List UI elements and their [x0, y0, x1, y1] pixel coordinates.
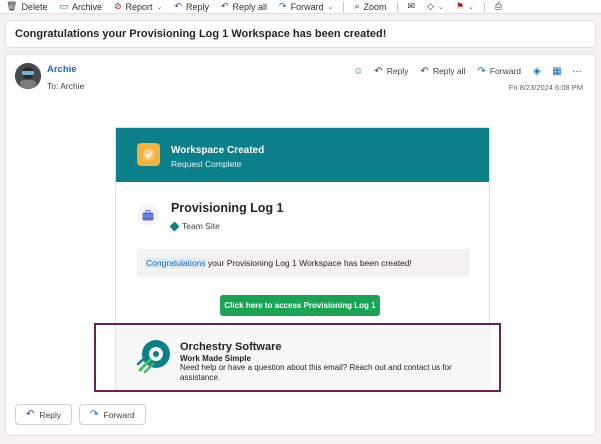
print-button[interactable]: ⎙ [489, 0, 508, 14]
toolbar-forward-button[interactable]: ↷ Forward ⌄ [273, 0, 339, 14]
bottom-reply-label: Reply [39, 409, 62, 420]
flag-button[interactable]: ⚑ ⌄ [450, 0, 480, 14]
forward-icon: ↷ [477, 65, 486, 77]
more-actions-button[interactable]: ··· [569, 63, 585, 79]
chevron-down-icon[interactable]: ⌄ [328, 3, 334, 11]
reply-icon: ↶ [374, 65, 383, 77]
reply-button[interactable]: ↶ Reply [370, 64, 412, 79]
avatar[interactable] [15, 63, 41, 89]
header-subtitle: Request Complete [171, 159, 242, 169]
bottom-forward-button[interactable]: ↷ Forward [79, 404, 146, 425]
reply-icon: ↶ [174, 1, 182, 11]
verified-badge-icon [137, 143, 160, 166]
message-actions: ☺ ↶ Reply ↶ Reply all ↷ Forward ◈ ▦ ··· [350, 63, 585, 79]
recipient-name[interactable]: Archie [60, 81, 84, 91]
apps-button[interactable]: ▦ [549, 63, 565, 79]
notice-highlight: Congratulations [146, 258, 206, 268]
site-type: Team Site [169, 221, 220, 231]
to-label: To: [47, 81, 59, 91]
highlight-annotation-frame [94, 323, 501, 392]
flag-icon: ⚑ [455, 1, 464, 11]
loop-button[interactable]: ◈ [529, 63, 545, 79]
chevron-down-icon[interactable]: ⌄ [438, 3, 444, 11]
briefcase-shape [142, 209, 154, 220]
zoom-icon: ⌕ [354, 1, 360, 11]
trash-icon: 🗑 [6, 1, 18, 11]
report-icon: ⊘ [113, 1, 122, 11]
archive-icon: ▭ [59, 1, 68, 11]
chevron-down-icon[interactable]: ⌄ [468, 3, 474, 11]
toolbar-reply-label: Reply [185, 1, 209, 12]
sharepoint-icon [169, 221, 180, 231]
toolbar-forward-label: Forward [290, 1, 324, 12]
apps-grid-icon: ▦ [552, 65, 562, 77]
toolbar-reply-all-label: Reply all [232, 1, 268, 12]
notice-text: your Provisioning Log 1 Workspace has be… [205, 258, 412, 268]
smiley-icon: ☺ [353, 65, 364, 77]
printer-icon: ⎙ [494, 1, 503, 11]
delete-label: Delete [21, 1, 48, 12]
header-title: Workspace Created [171, 145, 265, 156]
site-type-label: Team Site [182, 221, 220, 231]
envelope-icon: ✉ [407, 1, 416, 11]
tag-icon: ◇ [427, 1, 435, 11]
bottom-reply-row: ↶ Reply ↷ Forward [15, 404, 146, 425]
forward-icon: ↷ [279, 1, 287, 11]
toolbar-divider [396, 1, 398, 12]
reply-label: Reply [386, 66, 409, 76]
reply-all-icon: ↶ [220, 1, 229, 11]
reply-icon: ↶ [26, 409, 35, 420]
reply-all-button[interactable]: ↶ Reply all [416, 64, 469, 79]
chevron-down-icon[interactable]: ⌄ [157, 3, 163, 11]
archive-label: Archive [71, 1, 102, 12]
sender-name[interactable]: Archie [47, 64, 77, 75]
reply-all-label: Reply all [432, 66, 466, 76]
more-icon: ··· [572, 65, 582, 77]
toolbar-divider [343, 1, 345, 12]
card-header: Workspace Created Request Complete [116, 128, 489, 182]
forward-button[interactable]: ↷ Forward [473, 64, 525, 79]
bottom-forward-label: Forward [103, 409, 135, 420]
zoom-button[interactable]: ⌕ Zoom [348, 0, 392, 14]
report-button[interactable]: ⊘ Report ⌄ [108, 0, 168, 14]
email-subject: Congratulations your Provisioning Log 1 … [5, 20, 596, 48]
toolbar-divider [483, 1, 485, 12]
zoom-label: Zoom [363, 1, 387, 12]
toolbar-reply-all-button[interactable]: ↶ Reply all [215, 0, 273, 14]
delete-button[interactable]: 🗑 Delete [0, 0, 53, 14]
forward-label: Forward [489, 66, 521, 76]
reply-all-icon: ↶ [420, 65, 429, 77]
mark-read-button[interactable]: ✉ [402, 0, 422, 14]
report-label: Report [125, 1, 153, 12]
recipient-line: To: Archie [47, 81, 84, 91]
checkmark-icon [142, 148, 155, 161]
access-workspace-button[interactable]: Click here to access Provisioning Log 1 [220, 295, 380, 316]
avatar-image [15, 63, 41, 89]
archive-button[interactable]: ▭ Archive [53, 0, 108, 14]
sent-date: Fri 8/23/2024 6:08 PM [508, 83, 583, 92]
briefcase-icon [137, 204, 159, 226]
toolbar-reply-button[interactable]: ↶ Reply [168, 0, 215, 14]
tag-button[interactable]: ◇ ⌄ [421, 0, 450, 14]
loop-icon: ◈ [533, 65, 541, 77]
site-name: Provisioning Log 1 [171, 201, 284, 215]
congrats-notice: Congratulations your Provisioning Log 1 … [137, 249, 470, 277]
forward-icon: ↷ [90, 409, 99, 420]
emoji-reaction-button[interactable]: ☺ [350, 63, 366, 79]
command-toolbar: 🗑 Delete ▭ Archive ⊘ Report ⌄ ↶ Reply ↶ … [0, 0, 601, 14]
bottom-reply-button[interactable]: ↶ Reply [15, 404, 73, 425]
